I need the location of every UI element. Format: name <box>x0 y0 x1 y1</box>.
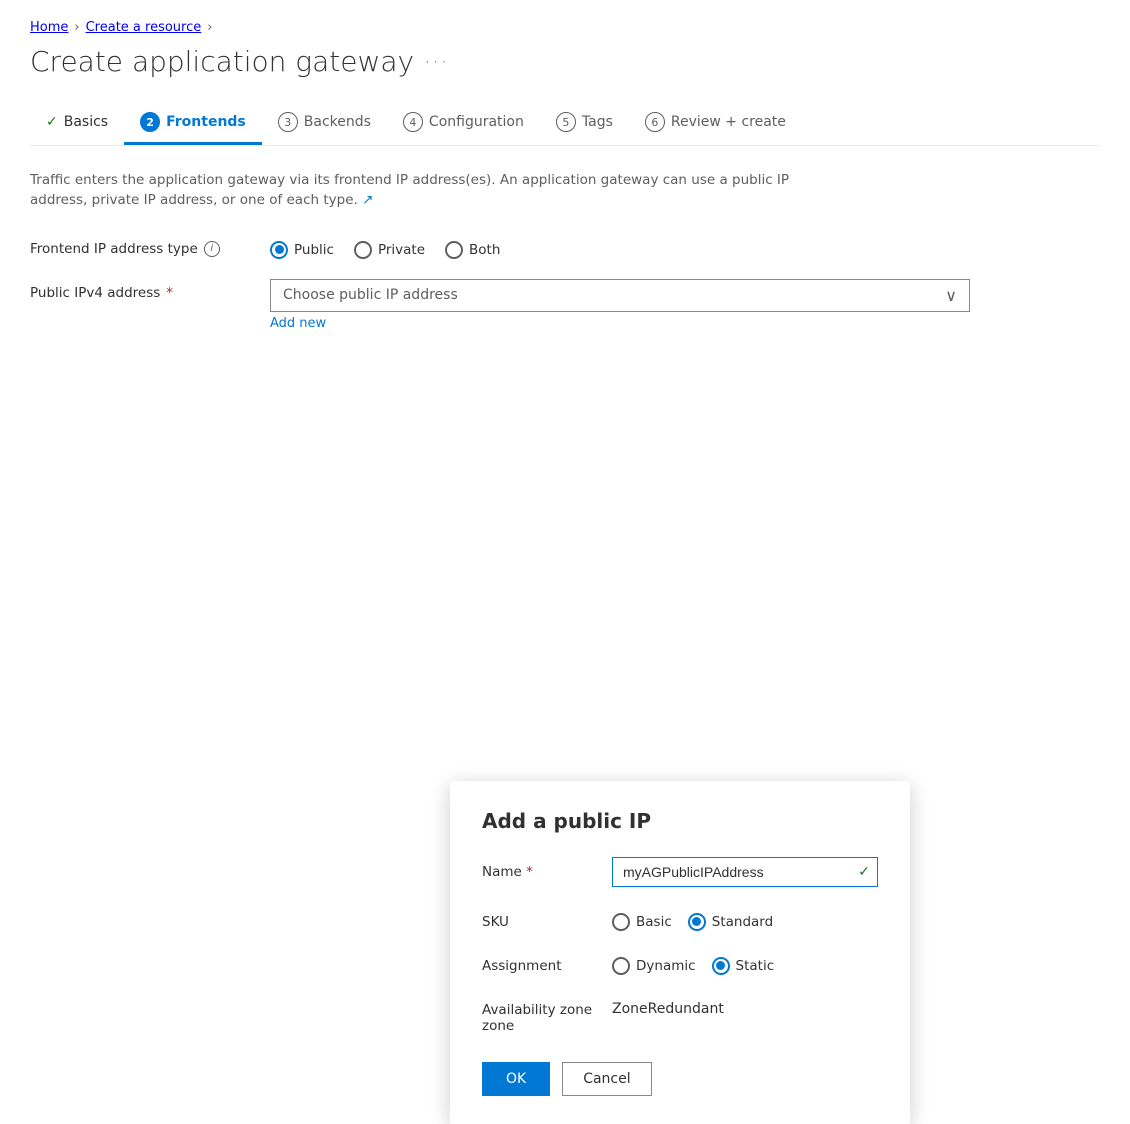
dialog-name-input-wrapper: ✓ <box>612 857 878 887</box>
dialog-assignment-row: Assignment Dynamic Static <box>482 951 878 975</box>
dialog-sku-radio-group: Basic Standard <box>612 907 773 931</box>
dialog-name-row: Name * ✓ <box>482 857 878 887</box>
dialog-sku-basic-circle <box>612 913 630 931</box>
dialog-assignment-dynamic-circle <box>612 957 630 975</box>
ip-type-row: Frontend IP address type i Public Privat… <box>30 235 1100 259</box>
breadcrumb-sep1: › <box>74 20 79 35</box>
dialog-availability-zone-label2: zone <box>482 1018 514 1034</box>
tab-basics-label: Basics <box>64 114 108 130</box>
dialog-availability-zone-row: Availability zone zone ZoneRedundant <box>482 995 878 1034</box>
dialog-name-input[interactable] <box>612 857 878 887</box>
radio-public-label: Public <box>294 242 334 258</box>
ipv4-placeholder: Choose public IP address <box>283 287 458 303</box>
breadcrumb-home[interactable]: Home <box>30 20 68 35</box>
tab-backends-label: Backends <box>304 114 371 130</box>
ipv4-row: Public IPv4 address * Choose public IP a… <box>30 279 1100 331</box>
breadcrumb-create-resource[interactable]: Create a resource <box>86 20 202 35</box>
dialog-sku-basic[interactable]: Basic <box>612 913 672 931</box>
dialog-name-label: Name * <box>482 857 612 880</box>
dialog-assignment-static[interactable]: Static <box>712 957 775 975</box>
breadcrumb: Home › Create a resource › <box>30 20 1100 35</box>
dialog-name-required: * <box>526 864 533 880</box>
dialog-sku-standard-circle <box>688 913 706 931</box>
ipv4-chevron-icon: ∨ <box>945 286 957 305</box>
tab-frontends-circle: 2 <box>140 112 160 132</box>
tab-frontends[interactable]: 2 Frontends <box>124 102 262 145</box>
add-new-link[interactable]: Add new <box>270 316 970 331</box>
tab-backends-circle: 3 <box>278 112 298 132</box>
breadcrumb-sep2: › <box>207 20 212 35</box>
dialog-title: Add a public IP <box>482 809 878 833</box>
ipv4-dropdown[interactable]: Choose public IP address ∨ <box>270 279 970 312</box>
tab-basics[interactable]: ✓ Basics <box>30 104 124 143</box>
dialog-name-check-icon: ✓ <box>858 864 870 880</box>
dialog-assignment-dynamic[interactable]: Dynamic <box>612 957 696 975</box>
ip-type-label: Frontend IP address type i <box>30 235 250 257</box>
dialog-ok-button[interactable]: OK <box>482 1062 550 1096</box>
add-public-ip-dialog: Add a public IP Name * ✓ SKU Basic <box>450 781 910 1124</box>
dialog-assignment-dynamic-label: Dynamic <box>636 958 696 974</box>
radio-both-circle <box>445 241 463 259</box>
dialog-assignment-static-label: Static <box>736 958 775 974</box>
frontends-description: Traffic enters the application gateway v… <box>30 170 810 211</box>
dialog-availability-zone-value: ZoneRedundant <box>612 995 724 1017</box>
dialog-assignment-label: Assignment <box>482 951 612 974</box>
radio-public-circle <box>270 241 288 259</box>
ipv4-field-wrapper: Choose public IP address ∨ Add new <box>270 279 970 331</box>
tab-tags-label: Tags <box>582 114 613 130</box>
dialog-assignment-static-circle <box>712 957 730 975</box>
dialog-sku-row: SKU Basic Standard <box>482 907 878 931</box>
tab-review-label: Review + create <box>671 114 786 130</box>
dialog-sku-standard[interactable]: Standard <box>688 913 773 931</box>
radio-private-circle <box>354 241 372 259</box>
ip-type-info-icon[interactable]: i <box>204 241 220 257</box>
description-link[interactable]: ↗ <box>362 192 373 208</box>
tab-configuration-label: Configuration <box>429 114 524 130</box>
page-title-dots[interactable]: ··· <box>424 50 449 74</box>
ipv4-required-star: * <box>166 285 173 301</box>
dialog-sku-standard-label: Standard <box>712 914 773 930</box>
radio-private-label: Private <box>378 242 425 258</box>
dialog-sku-label: SKU <box>482 907 612 930</box>
tab-review-circle: 6 <box>645 112 665 132</box>
tab-frontends-label: Frontends <box>166 114 246 130</box>
tab-review-create[interactable]: 6 Review + create <box>629 102 802 145</box>
tab-tags-circle: 5 <box>556 112 576 132</box>
tab-configuration-circle: 4 <box>403 112 423 132</box>
wizard-tabs: ✓ Basics 2 Frontends 3 Backends 4 Config… <box>30 102 1100 146</box>
page-title-container: Create application gateway ··· <box>30 45 1100 78</box>
dialog-assignment-radio-group: Dynamic Static <box>612 951 774 975</box>
tab-configuration[interactable]: 4 Configuration <box>387 102 540 145</box>
page-title: Create application gateway <box>30 45 414 78</box>
ip-type-radio-group: Public Private Both <box>270 235 500 259</box>
dialog-actions: OK Cancel <box>482 1062 878 1096</box>
ip-type-both[interactable]: Both <box>445 241 500 259</box>
tab-backends[interactable]: 3 Backends <box>262 102 387 145</box>
ip-type-public[interactable]: Public <box>270 241 334 259</box>
dialog-cancel-button[interactable]: Cancel <box>562 1062 651 1096</box>
dialog-availability-zone-label: Availability zone zone <box>482 995 612 1034</box>
dialog-sku-basic-label: Basic <box>636 914 672 930</box>
tab-tags[interactable]: 5 Tags <box>540 102 629 145</box>
radio-both-label: Both <box>469 242 500 258</box>
ipv4-label: Public IPv4 address * <box>30 279 250 301</box>
ip-type-private[interactable]: Private <box>354 241 425 259</box>
tab-basics-check: ✓ <box>46 114 58 130</box>
